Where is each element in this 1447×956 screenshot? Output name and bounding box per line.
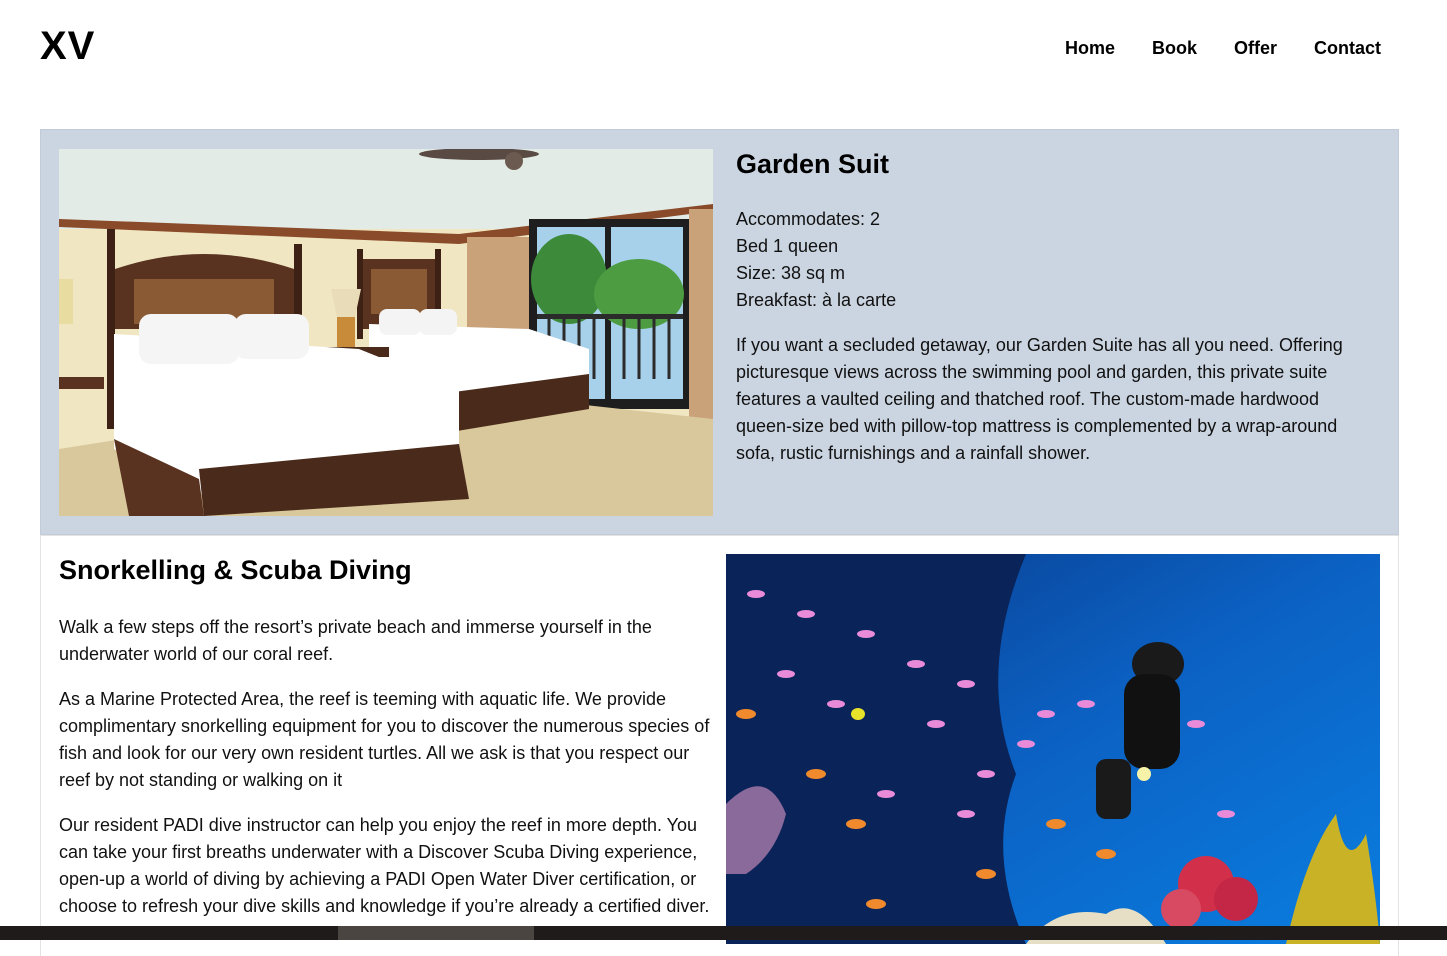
activity-details: Snorkelling & Scuba Diving Walk a few st… (59, 554, 719, 938)
activity-paragraph: Our resident PADI dive instructor can he… (59, 814, 710, 916)
room-card: Garden Suit Accommodates: 2 Bed 1 queen … (40, 129, 1399, 535)
taskbar (0, 926, 1447, 940)
room-description: If you want a secluded getaway, our Gard… (736, 334, 1343, 463)
spec-accommodates: Accommodates: 2 (736, 208, 881, 229)
nav-home[interactable]: Home (1065, 38, 1115, 59)
nav-offer[interactable]: Offer (1234, 38, 1277, 59)
main-nav: Home Book Offer Contact (1065, 38, 1381, 59)
spec-bed: Bed 1 queen (736, 235, 839, 256)
room-details: Garden Suit Accommodates: 2 Bed 1 queen … (736, 148, 1361, 485)
activity-paragraph: As a Marine Protected Area, the reef is … (59, 688, 710, 790)
room-title: Garden Suit (736, 149, 890, 179)
spec-size: Size: 38 sq m (736, 262, 846, 283)
reef-photo (726, 554, 1380, 944)
spec-breakfast: Breakfast: à la carte (736, 289, 897, 310)
activity-paragraph: Walk a few steps off the resort’s privat… (59, 616, 652, 664)
taskbar-active-item[interactable] (338, 926, 534, 940)
site-logo[interactable]: XV (40, 24, 95, 69)
room-photo (59, 149, 713, 516)
nav-book[interactable]: Book (1152, 38, 1197, 59)
room-specs: Accommodates: 2 Bed 1 queen Size: 38 sq … (736, 206, 1361, 314)
activity-title: Snorkelling & Scuba Diving (59, 555, 412, 585)
nav-contact[interactable]: Contact (1314, 38, 1381, 59)
activity-card: Snorkelling & Scuba Diving Walk a few st… (40, 535, 1399, 956)
site-header: XV Home Book Offer Contact (0, 0, 1447, 100)
